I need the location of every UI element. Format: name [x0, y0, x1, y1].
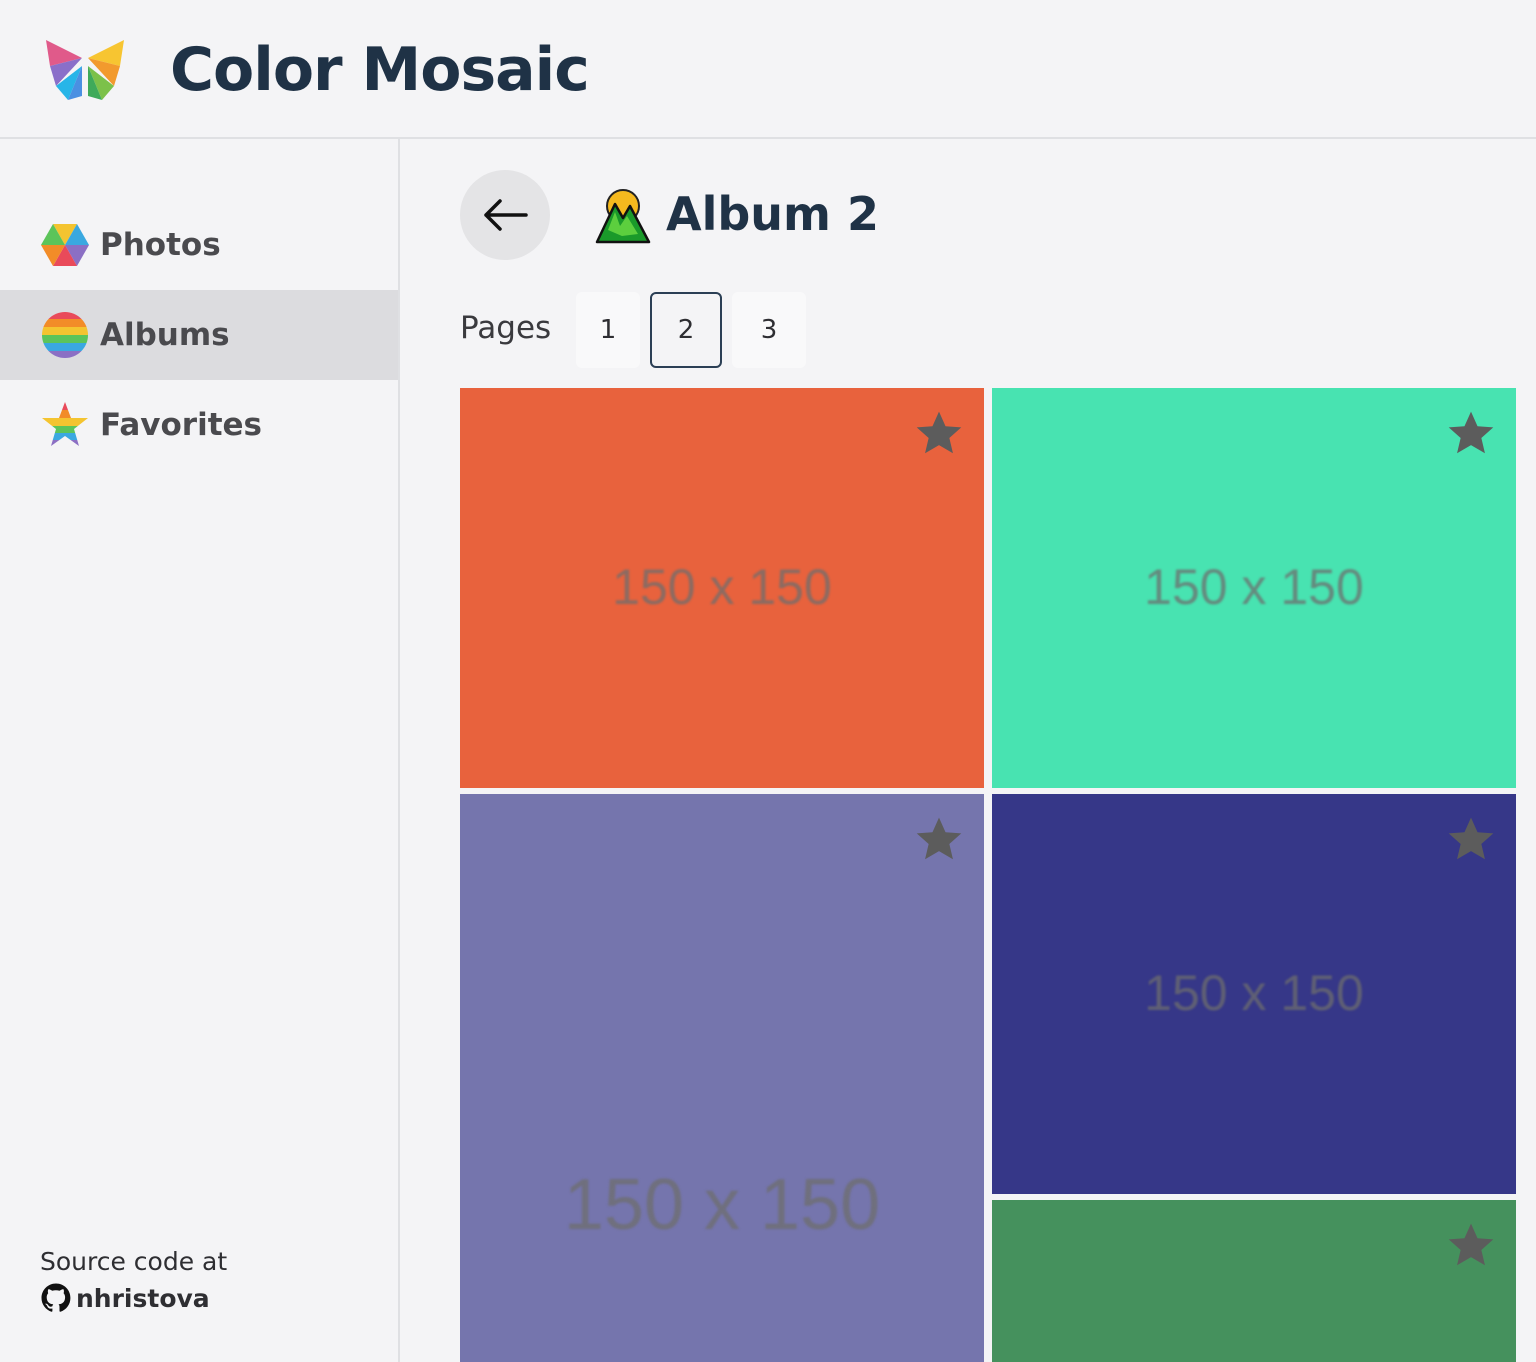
page-button-3[interactable]: 3: [732, 292, 806, 368]
favorite-star-icon[interactable]: [1444, 406, 1498, 460]
app-title: Color Mosaic: [170, 35, 590, 105]
sidebar-item-label: Favorites: [100, 407, 262, 443]
page-button-1[interactable]: 1: [576, 292, 640, 368]
photo-tile[interactable]: 150 x 150: [992, 794, 1516, 1194]
photo-placeholder-text: 150 x 150: [1144, 965, 1364, 1021]
app-header: Color Mosaic: [0, 0, 1536, 139]
source-code-link[interactable]: Source code at nhristova: [40, 1247, 227, 1314]
photo-tile[interactable]: 150 x 150: [992, 388, 1516, 788]
rainbow-star-icon: [42, 402, 88, 446]
hexagon-photos-icon: [41, 224, 89, 266]
sidebar: Photos Albums Favorites Source code at n…: [0, 139, 400, 1362]
github-icon: [41, 1283, 71, 1312]
photo-placeholder-text: 150 x 150: [612, 559, 832, 615]
source-code-text: Source code at: [40, 1247, 228, 1276]
album-title: Album 2: [666, 187, 879, 241]
sunrise-mountain-icon: [595, 189, 651, 244]
favorite-star-icon[interactable]: [1444, 812, 1498, 866]
photo-tile[interactable]: 150 x 150: [460, 388, 984, 788]
pages-label: Pages: [460, 310, 552, 346]
photo-placeholder-text: 150 x 150: [563, 1165, 881, 1245]
arrow-left-icon: [484, 199, 528, 231]
back-button[interactable]: [460, 170, 550, 260]
sidebar-item-favorites[interactable]: Favorites: [0, 380, 398, 470]
photo-tile[interactable]: [992, 1200, 1516, 1362]
photo-placeholder-text: 150 x 150: [1144, 559, 1364, 615]
favorite-star-icon[interactable]: [912, 812, 966, 866]
page-button-2[interactable]: 2: [650, 292, 722, 368]
github-link[interactable]: nhristova: [40, 1282, 227, 1314]
rainbow-ball-icon: [42, 312, 88, 358]
sidebar-item-label: Albums: [100, 317, 230, 353]
sidebar-item-photos[interactable]: Photos: [0, 200, 398, 290]
favorite-star-icon[interactable]: [912, 406, 966, 460]
github-username: nhristova: [76, 1283, 210, 1313]
sidebar-item-albums[interactable]: Albums: [0, 290, 398, 380]
favorite-star-icon[interactable]: [1444, 1218, 1498, 1272]
butterfly-logo-icon: [46, 40, 124, 100]
photo-tile[interactable]: 150 x 150: [460, 794, 984, 1362]
sidebar-item-label: Photos: [100, 227, 221, 263]
